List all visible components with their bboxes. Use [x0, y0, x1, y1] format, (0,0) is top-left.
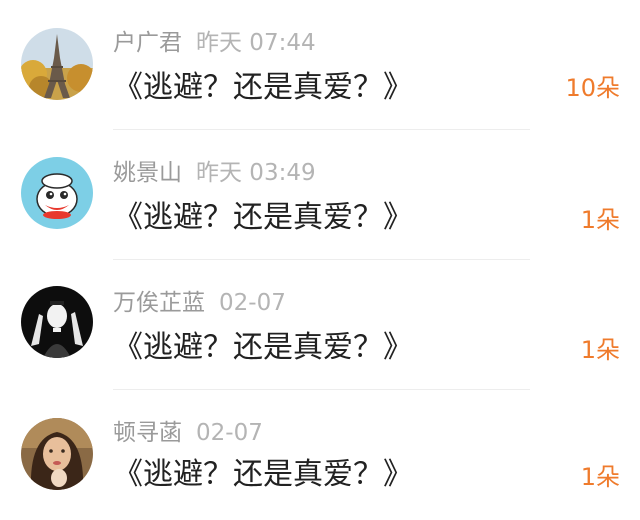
message-meta: 顿寻菡 02-07	[113, 417, 263, 449]
sender-name[interactable]: 姚景山	[113, 160, 182, 186]
flower-count: 10朵	[565, 74, 620, 102]
message-time: 昨天 07:44	[196, 30, 316, 56]
flower-count: 1朵	[580, 206, 620, 234]
message-title[interactable]: 《逃避？还是真爱？》	[113, 455, 413, 495]
sender-name[interactable]: 顿寻菡	[113, 420, 182, 446]
message-title[interactable]: 《逃避？还是真爱？》	[113, 328, 413, 368]
list-item[interactable]: 万俟芷蓝 02-07 《逃避？还是真爱？》 1朵	[0, 260, 640, 390]
flower-count: 1朵	[580, 463, 620, 491]
eiffel-tower-avatar[interactable]	[21, 28, 93, 100]
sender-name[interactable]: 万俟芷蓝	[113, 290, 205, 316]
message-title[interactable]: 《逃避？还是真爱？》	[113, 68, 413, 108]
message-time: 02-07	[196, 420, 263, 446]
message-meta: 户广君 昨天 07:44	[113, 27, 316, 59]
list-item[interactable]: 姚景山 昨天 03:49 《逃避？还是真爱？》 1朵	[0, 130, 640, 260]
flower-count: 1朵	[580, 336, 620, 364]
list-item[interactable]: 户广君 昨天 07:44 《逃避？还是真爱？》 10朵	[0, 0, 640, 130]
sender-name[interactable]: 户广君	[113, 30, 182, 56]
mime-avatar[interactable]	[21, 286, 93, 358]
message-meta: 姚景山 昨天 03:49	[113, 157, 316, 189]
message-time: 02-07	[219, 290, 286, 316]
message-list: 户广君 昨天 07:44 《逃避？还是真爱？》 10朵 姚景山 昨天 03:49 《…	[0, 0, 640, 513]
woman-portrait-avatar[interactable]	[21, 418, 93, 490]
message-time: 昨天 03:49	[196, 160, 316, 186]
list-item[interactable]: 顿寻菡 02-07 《逃避？还是真爱？》 1朵	[0, 390, 640, 520]
message-title[interactable]: 《逃避？还是真爱？》	[113, 198, 413, 238]
message-meta: 万俟芷蓝 02-07	[113, 287, 286, 319]
cartoon-monkey-avatar[interactable]	[21, 157, 93, 229]
